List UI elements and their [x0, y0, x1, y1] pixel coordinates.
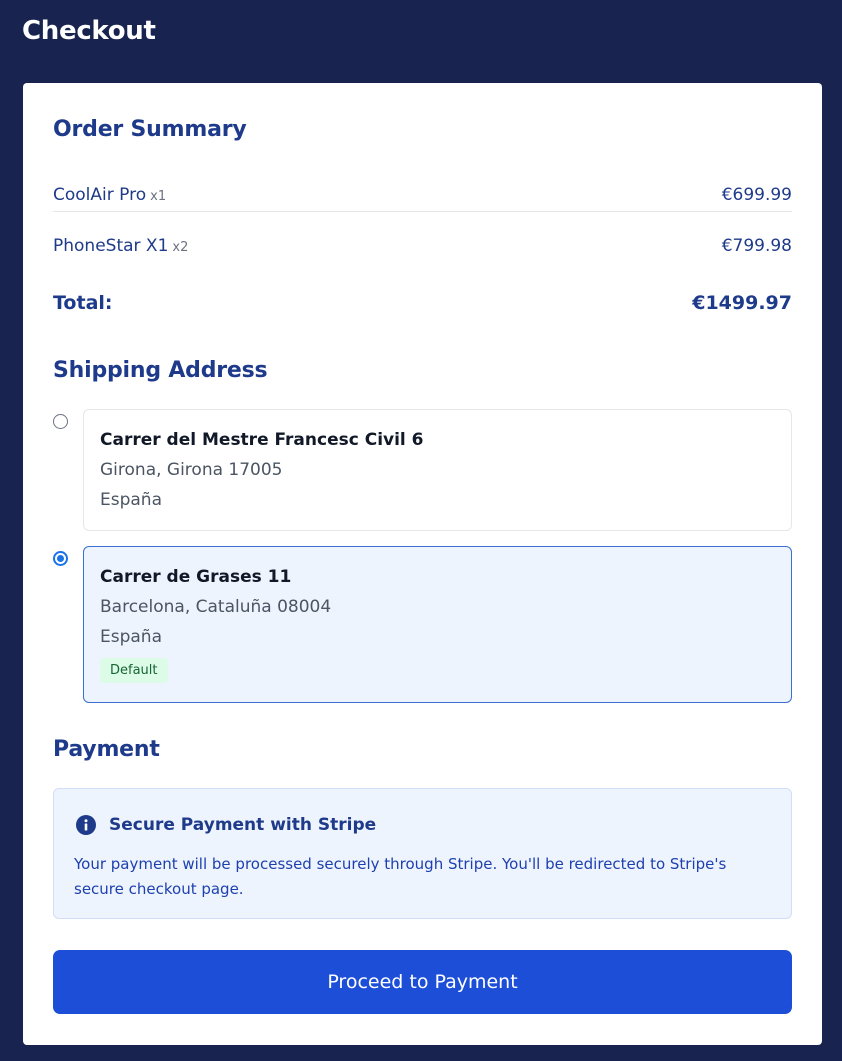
order-item-price: €799.98: [721, 236, 792, 256]
payment-title: Payment: [53, 737, 160, 762]
page-title: Checkout: [22, 16, 156, 46]
payment-info-text: Your payment will be processed securely …: [74, 855, 727, 898]
info-icon: [76, 815, 96, 835]
total-value: €1499.97: [692, 292, 792, 314]
default-badge: Default: [100, 658, 168, 683]
order-summary-title: Order Summary: [53, 117, 247, 142]
order-item-name: PhoneStar X1: [53, 236, 169, 256]
payment-info-title: Secure Payment with Stripe: [109, 815, 377, 835]
proceed-to-payment-button[interactable]: Proceed to Payment: [53, 950, 792, 1014]
total-label: Total:: [53, 292, 113, 314]
order-item-label: PhoneStar X1 x2: [53, 236, 188, 256]
address-country: España: [100, 627, 162, 647]
order-item-label: CoolAir Pro x1: [53, 185, 166, 205]
address-option-2[interactable]: Carrer de Grases 11 Barcelona, Cataluña …: [83, 546, 792, 703]
address-country: España: [100, 490, 162, 510]
address-city-line: Barcelona, Cataluña 08004: [100, 597, 332, 617]
order-item-qty: x2: [172, 240, 189, 255]
order-item-price: €699.99: [721, 184, 792, 205]
order-item: PhoneStar X1 x2 €799.98: [53, 229, 792, 263]
shipping-address-title: Shipping Address: [53, 358, 268, 383]
address-radio-2[interactable]: [53, 551, 68, 566]
order-item-qty: x1: [150, 188, 167, 204]
address-radio-1[interactable]: [53, 414, 68, 429]
payment-info-box: Secure Payment with Stripe Your payment …: [53, 788, 792, 919]
address-street: Carrer del Mestre Francesc Civil 6: [100, 430, 424, 450]
checkout-card: Order Summary CoolAir Pro x1 €699.99 Phon…: [23, 83, 822, 1045]
address-city-line: Girona, Girona 17005: [100, 460, 283, 480]
total-row: Total: €1499.97: [53, 292, 792, 314]
order-item: CoolAir Pro x1 €699.99: [53, 178, 792, 212]
checkout-page: Checkout Order Summary CoolAir Pro x1 €69…: [0, 0, 842, 1061]
order-item-name: CoolAir Pro: [53, 184, 147, 205]
address-street: Carrer de Grases 11: [100, 567, 292, 587]
address-option-1[interactable]: Carrer del Mestre Francesc Civil 6 Giron…: [83, 409, 792, 531]
